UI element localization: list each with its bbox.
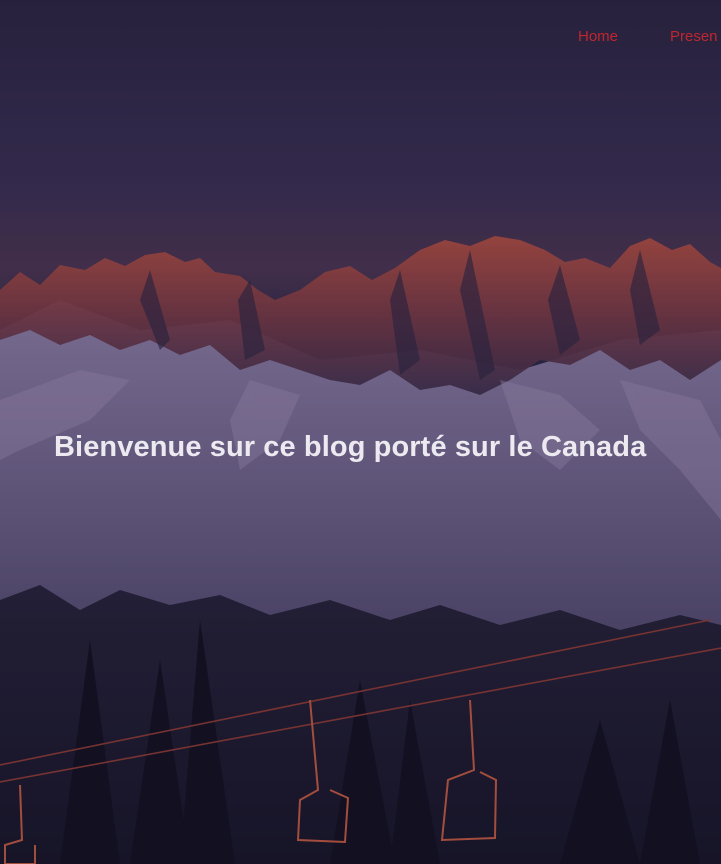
top-navigation: Home Presen	[0, 28, 721, 48]
hero-section: Home Presen Bienvenue sur ce blog porté …	[0, 0, 721, 864]
hero-title: Bienvenue sur ce blog porté sur le Canad…	[54, 431, 647, 463]
nav-link-home[interactable]: Home	[578, 28, 618, 45]
nav-link-presentation[interactable]: Presen	[670, 28, 718, 45]
